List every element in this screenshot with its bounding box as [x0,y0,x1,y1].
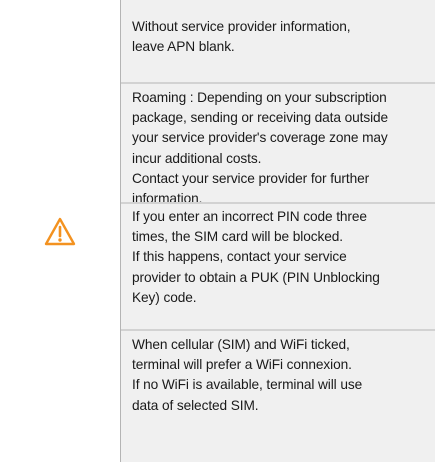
note-cellular-wifi: When cellular (SIM) and WiFi ticked, ter… [121,329,435,462]
icon-column [0,0,121,462]
warning-triangle-icon [44,217,76,246]
note-pin-code: If you enter an incorrect PIN code three… [121,202,435,329]
note-roaming: Roaming : Depending on your subscription… [121,82,435,206]
notes-table: Without service provider information, le… [0,0,435,462]
note-apn: Without service provider information, le… [121,0,435,82]
notes-column: Without service provider information, le… [121,0,435,462]
